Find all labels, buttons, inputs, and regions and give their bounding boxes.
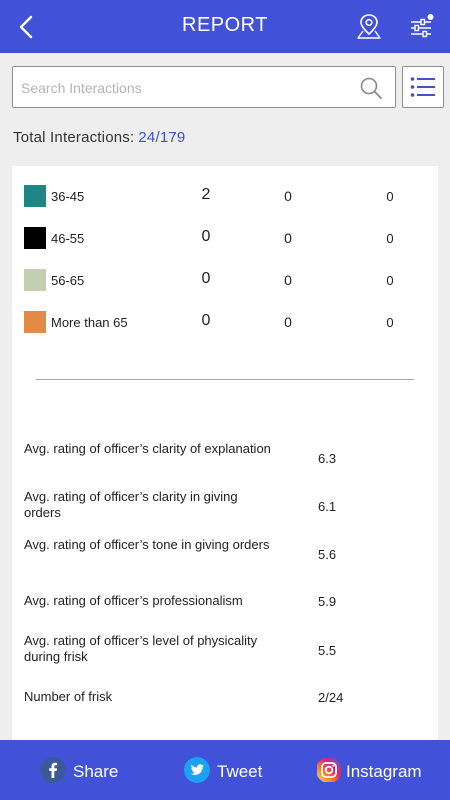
total-interactions: Total Interactions: 24/179 — [13, 129, 185, 146]
age-group-count: 2 — [201, 186, 211, 203]
rating-label: Avg. rating of officer’s professionalism — [24, 593, 243, 608]
instagram-share-button[interactable]: Instagram — [316, 757, 426, 785]
age-group-row: More than 65 0 0 0 — [24, 311, 424, 335]
age-group-count: 0 — [284, 188, 292, 204]
age-group-count: 0 — [386, 231, 394, 246]
search-box — [12, 66, 396, 108]
search-icon[interactable] — [359, 76, 383, 100]
instagram-icon — [317, 758, 341, 782]
tweet-label: Tweet — [217, 762, 263, 781]
rating-label: Avg. rating of officer’s tone in giving … — [24, 537, 270, 552]
app-header: REPORT — [0, 0, 450, 53]
age-group-label: 56-65 — [51, 273, 85, 288]
twitter-icon — [184, 757, 210, 783]
facebook-icon — [40, 757, 66, 783]
total-interactions-value: 24/179 — [138, 129, 186, 146]
list-icon — [410, 77, 435, 97]
age-group-count: 0 — [201, 312, 211, 329]
age-group-count: 0 — [201, 228, 211, 245]
legend-swatch — [24, 269, 46, 291]
list-view-button[interactable] — [402, 66, 444, 108]
share-footer: Share Tweet Instagram — [0, 740, 450, 800]
age-group-row: 56-65 0 0 0 — [24, 269, 424, 293]
instagram-label: Instagram — [346, 762, 422, 781]
rating-value: 6.1 — [318, 499, 337, 514]
age-group-count: 0 — [386, 273, 394, 288]
age-group-count: 0 — [284, 272, 292, 288]
rating-value: 6.3 — [318, 451, 337, 466]
facebook-share-button[interactable]: Share — [40, 757, 130, 785]
section-divider — [36, 379, 414, 380]
map-location-icon[interactable] — [356, 13, 382, 41]
report-card: 36-45 2 0 0 46-55 0 0 0 56-65 0 0 0 More… — [12, 166, 438, 740]
rating-label: Number of frisk — [24, 689, 113, 704]
search-input[interactable] — [21, 77, 351, 99]
total-interactions-label: Total Interactions: — [13, 129, 135, 146]
legend-swatch — [24, 311, 46, 333]
age-group-label: More than 65 — [51, 315, 128, 330]
rating-label: Avg. rating of officer’s level of physic… — [24, 633, 258, 664]
age-group-label: 46-55 — [51, 231, 85, 246]
rating-label: Avg. rating of officer’s clarity in givi… — [24, 489, 238, 520]
age-group-count: 0 — [201, 270, 211, 287]
age-group-row: 36-45 2 0 0 — [24, 185, 424, 209]
age-group-count: 0 — [386, 315, 394, 330]
rating-value: 5.5 — [318, 643, 337, 658]
age-group-count: 0 — [284, 230, 292, 246]
page-title: REPORT — [182, 14, 268, 36]
rating-label: Avg. rating of officer’s clarity of expl… — [24, 441, 271, 456]
twitter-tweet-button[interactable]: Tweet — [184, 757, 274, 785]
rating-value: 2/24 — [318, 690, 344, 705]
filter-settings-icon[interactable] — [406, 13, 436, 41]
rating-value: 5.6 — [318, 547, 337, 562]
age-group-row: 46-55 0 0 0 — [24, 227, 424, 251]
age-group-count: 0 — [386, 189, 394, 204]
age-group-count: 0 — [284, 314, 292, 330]
legend-swatch — [24, 227, 46, 249]
age-group-label: 36-45 — [51, 189, 85, 204]
legend-swatch — [24, 185, 46, 207]
rating-value: 5.9 — [318, 594, 337, 609]
share-label: Share — [73, 762, 119, 781]
